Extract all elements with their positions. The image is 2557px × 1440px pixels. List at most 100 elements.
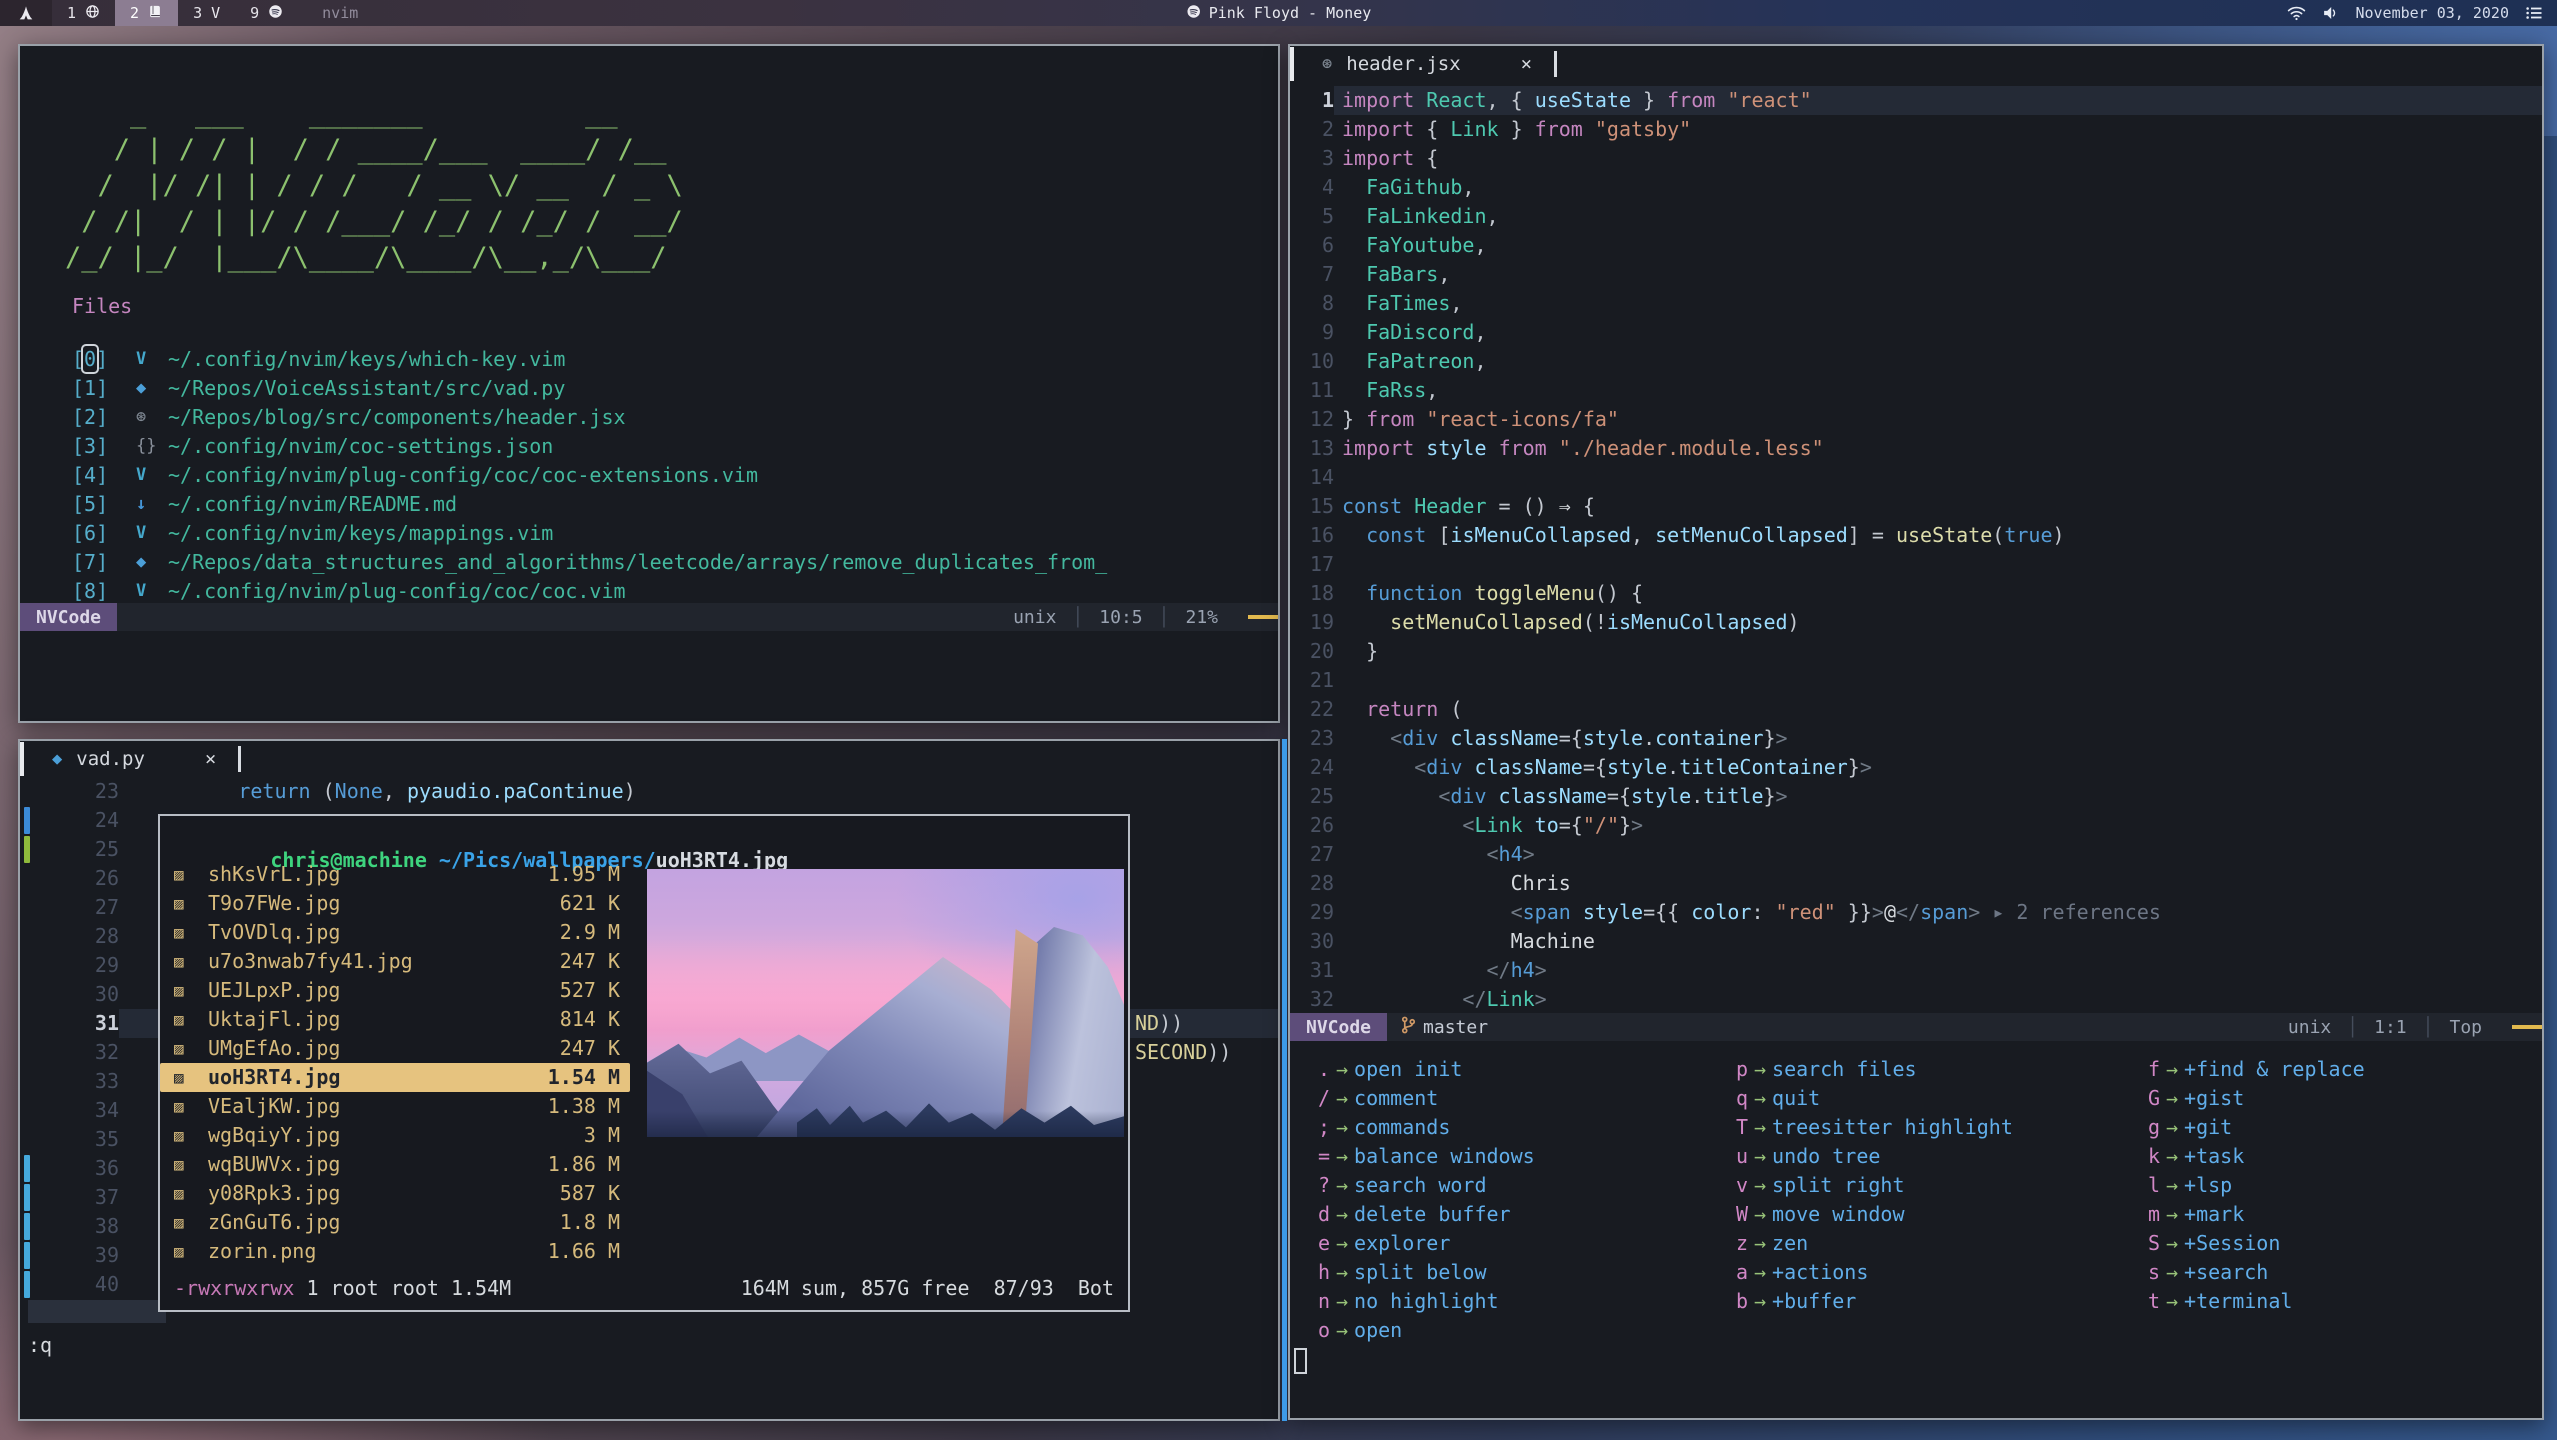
code-line[interactable]: 23 return (None, pyaudio.paContinue): [20, 777, 1278, 806]
file-manager-row[interactable]: ▨T9o7FWe.jpg621 K: [160, 889, 630, 918]
whichkey-binding[interactable]: m→+mark: [2134, 1200, 2365, 1229]
whichkey-binding[interactable]: v→split right: [1722, 1171, 2013, 1200]
code-line[interactable]: 26 <Link to={"/"}>: [1290, 811, 2542, 840]
file-manager-row[interactable]: ▨zGnGuT6.jpg1.8 M: [160, 1208, 630, 1237]
code-line[interactable]: 20 }: [1290, 637, 2542, 666]
code-line[interactable]: 9 FaDiscord,: [1290, 318, 2542, 347]
file-manager-row[interactable]: ▨u7o3nwab7fy41.jpg247 K: [160, 947, 630, 976]
whichkey-binding[interactable]: ;→commands: [1304, 1113, 1535, 1142]
file-manager-row[interactable]: ▨y08Rpk3.jpg587 K: [160, 1179, 630, 1208]
file-item[interactable]: [0]V~/.config/nvim/keys/which-key.vim: [20, 345, 1278, 374]
file-item[interactable]: [2]⊛~/Repos/blog/src/components/header.j…: [20, 403, 1278, 432]
code-line[interactable]: 31 </h4>: [1290, 956, 2542, 985]
file-manager-row[interactable]: ▨zorin.png1.66 M: [160, 1237, 630, 1266]
code-line[interactable]: 17: [1290, 550, 2542, 579]
whichkey-binding[interactable]: e→explorer: [1304, 1229, 1535, 1258]
code-line[interactable]: 29 <span style={{ color: "red" }}>@</spa…: [1290, 898, 2542, 927]
whichkey-binding[interactable]: t→+terminal: [2134, 1287, 2365, 1316]
code-line[interactable]: 2import { Link } from "gatsby": [1290, 115, 2542, 144]
whichkey-binding[interactable]: G→+gist: [2134, 1084, 2365, 1113]
whichkey-binding[interactable]: s→+search: [2134, 1258, 2365, 1287]
file-item[interactable]: [7]◆~/Repos/data_structures_and_algorith…: [20, 548, 1278, 577]
line-number: 23: [1290, 724, 1334, 753]
file-manager-row[interactable]: ▨shKsVrL.jpg1.95 M: [160, 860, 630, 889]
whichkey-binding[interactable]: d→delete buffer: [1304, 1200, 1535, 1229]
close-icon[interactable]: ×: [205, 748, 216, 770]
whichkey-binding[interactable]: b→+buffer: [1722, 1287, 2013, 1316]
code-line[interactable]: 6 FaYoutube,: [1290, 231, 2542, 260]
whichkey-binding[interactable]: z→zen: [1722, 1229, 2013, 1258]
code-line[interactable]: 7 FaBars,: [1290, 260, 2542, 289]
volume-icon[interactable]: [2322, 5, 2339, 21]
code-line[interactable]: 15const Header = () ⇒ {: [1290, 492, 2542, 521]
whichkey-binding[interactable]: k→+task: [2134, 1142, 2365, 1171]
menu-list-icon[interactable]: [2525, 5, 2543, 21]
whichkey-binding[interactable]: ?→search word: [1304, 1171, 1535, 1200]
workspace-9[interactable]: 9: [235, 0, 298, 26]
whichkey-binding[interactable]: /→comment: [1304, 1084, 1535, 1113]
file-item[interactable]: [6]V~/.config/nvim/keys/mappings.vim: [20, 519, 1278, 548]
tab-label[interactable]: header.jsx: [1346, 53, 1460, 75]
code-line[interactable]: 11 FaRss,: [1290, 376, 2542, 405]
file-manager-row[interactable]: ▨wqBUWVx.jpg1.86 M: [160, 1150, 630, 1179]
file-item[interactable]: [3]{}~/.config/nvim/coc-settings.json: [20, 432, 1278, 461]
whichkey-binding[interactable]: g→+git: [2134, 1113, 2365, 1142]
file-manager-row[interactable]: ▨UMgEfAo.jpg247 K: [160, 1034, 630, 1063]
whichkey-binding[interactable]: .→open init: [1304, 1055, 1535, 1084]
code-line[interactable]: 27 <h4>: [1290, 840, 2542, 869]
code-line[interactable]: 23 <div className={style.container}>: [1290, 724, 2542, 753]
file-item[interactable]: [1]◆~/Repos/VoiceAssistant/src/vad.py: [20, 374, 1278, 403]
code-line[interactable]: 19 setMenuCollapsed(!isMenuCollapsed): [1290, 608, 2542, 637]
whichkey-binding[interactable]: o→open: [1304, 1316, 1535, 1345]
whichkey-binding[interactable]: f→+find & replace: [2134, 1055, 2365, 1084]
whichkey-binding[interactable]: l→+lsp: [2134, 1171, 2365, 1200]
command-line[interactable]: :q: [28, 1333, 52, 1357]
code-line[interactable]: 12} from "react-icons/fa": [1290, 405, 2542, 434]
whichkey-binding[interactable]: T→treesitter highlight: [1722, 1113, 2013, 1142]
code-line[interactable]: 14: [1290, 463, 2542, 492]
react-icon: ⊛: [1322, 54, 1332, 74]
code-line[interactable]: 3import {: [1290, 144, 2542, 173]
file-name: u7o3nwab7fy41.jpg: [208, 947, 413, 976]
workspace-2-active[interactable]: 2: [115, 0, 178, 26]
file-manager-row[interactable]: ▨VEaljKW.jpg1.38 M: [160, 1092, 630, 1121]
whichkey-binding[interactable]: n→no highlight: [1304, 1287, 1535, 1316]
code-line[interactable]: 5 FaLinkedin,: [1290, 202, 2542, 231]
whichkey-binding[interactable]: p→search files: [1722, 1055, 2013, 1084]
code-line[interactable]: 16 const [isMenuCollapsed, setMenuCollap…: [1290, 521, 2542, 550]
code-line[interactable]: 28 Chris: [1290, 869, 2542, 898]
line-number: 30: [1290, 927, 1334, 956]
whichkey-binding[interactable]: h→split below: [1304, 1258, 1535, 1287]
whichkey-binding[interactable]: =→balance windows: [1304, 1142, 1535, 1171]
whichkey-binding[interactable]: a→+actions: [1722, 1258, 2013, 1287]
file-manager-row[interactable]: ▨TvOVDlq.jpg2.9 M: [160, 918, 630, 947]
code-line[interactable]: 25 <div className={style.title}>: [1290, 782, 2542, 811]
code-line[interactable]: 24 <div className={style.titleContainer}…: [1290, 753, 2542, 782]
code-line[interactable]: 30 Machine: [1290, 927, 2542, 956]
close-icon[interactable]: ×: [1521, 53, 1532, 75]
workspace-3[interactable]: 3 V: [178, 0, 235, 26]
tab-label[interactable]: vad.py: [76, 748, 145, 770]
whichkey-binding[interactable]: q→quit: [1722, 1084, 2013, 1113]
workspace-1[interactable]: 1: [52, 0, 115, 26]
code-line[interactable]: 4 FaGithub,: [1290, 173, 2542, 202]
code-line[interactable]: 10 FaPatreon,: [1290, 347, 2542, 376]
file-item[interactable]: [4]V~/.config/nvim/plug-config/coc/coc-e…: [20, 461, 1278, 490]
code-line[interactable]: 18 function toggleMenu() {: [1290, 579, 2542, 608]
code-line[interactable]: 21: [1290, 666, 2542, 695]
file-manager-row[interactable]: ▨uoH3RT4.jpg1.54 M: [160, 1063, 630, 1092]
code-line[interactable]: 8 FaTimes,: [1290, 289, 2542, 318]
code-line[interactable]: 13import style from "./header.module.les…: [1290, 434, 2542, 463]
file-manager-row[interactable]: ▨UktajFl.jpg814 K: [160, 1005, 630, 1034]
code-line[interactable]: 22 return (: [1290, 695, 2542, 724]
wifi-icon[interactable]: [2287, 5, 2306, 21]
file-item[interactable]: [5]↓~/.config/nvim/README.md: [20, 490, 1278, 519]
whichkey-binding[interactable]: S→+Session: [2134, 1229, 2365, 1258]
file-manager-row[interactable]: ▨UEJLpxP.jpg527 K: [160, 976, 630, 1005]
code-line[interactable]: 32 </Link>: [1290, 985, 2542, 1014]
code-line[interactable]: 1import React, { useState } from "react": [1290, 86, 2542, 115]
whichkey-binding[interactable]: W→move window: [1722, 1200, 2013, 1229]
whichkey-binding[interactable]: u→undo tree: [1722, 1142, 2013, 1171]
file-item[interactable]: [8]V~/.config/nvim/plug-config/coc/coc.v…: [20, 577, 1278, 606]
file-manager-row[interactable]: ▨wgBqiyY.jpg3 M: [160, 1121, 630, 1150]
